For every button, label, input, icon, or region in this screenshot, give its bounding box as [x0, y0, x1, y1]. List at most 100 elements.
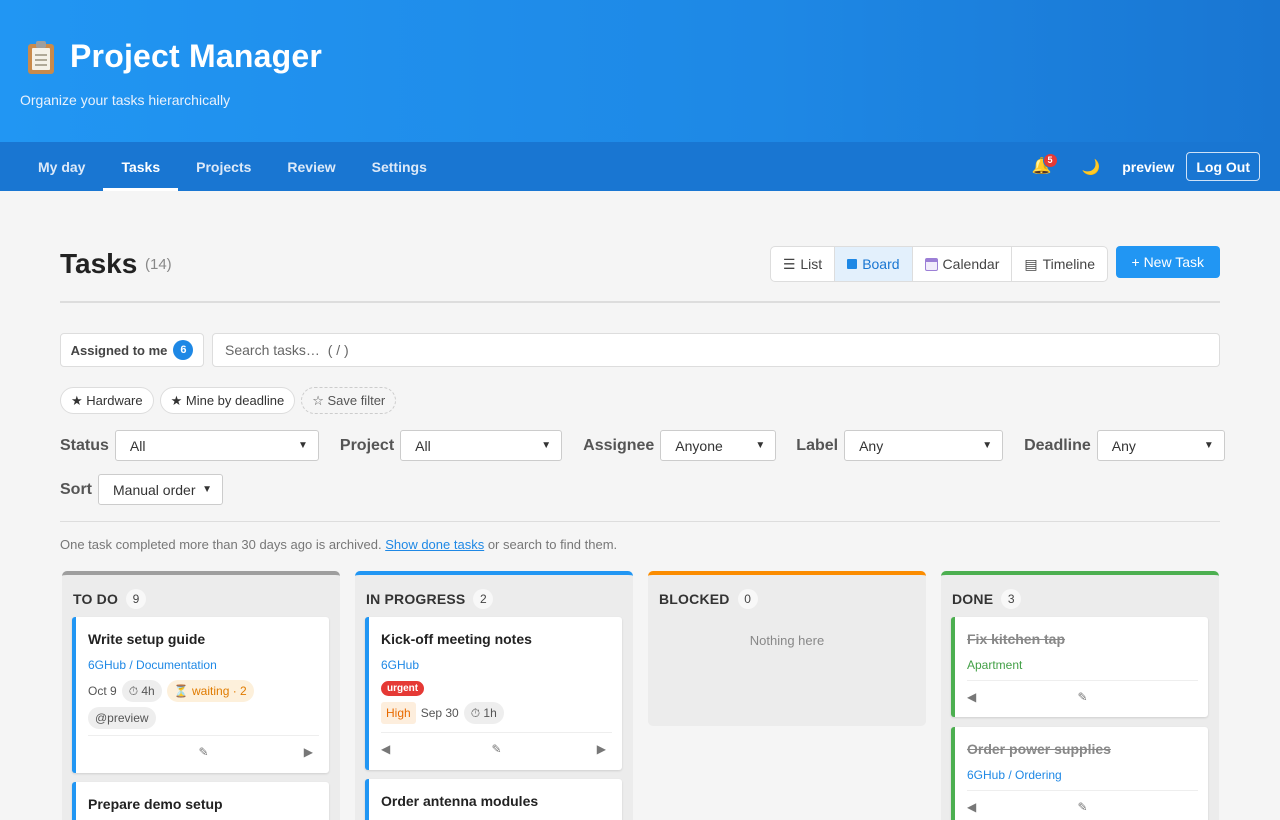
card-actions: ✎ ▶: [88, 735, 319, 769]
saved-filter-mine-by-deadline[interactable]: ★ Mine by deadline: [159, 387, 296, 414]
nav-tab-review[interactable]: Review: [269, 142, 353, 191]
chevron-down-icon: ▼: [755, 440, 766, 451]
board-icon: [847, 259, 858, 269]
task-project-link[interactable]: 6GHub / Ordering: [967, 768, 1062, 782]
task-card[interactable]: Order antenna modules: [365, 779, 622, 820]
column-in-progress: IN PROGRESS 2 Kick-off meeting notes 6GH…: [355, 571, 633, 820]
nav-tab-my-day[interactable]: My day: [20, 142, 103, 191]
task-project-link[interactable]: 6GHub / Documentation: [88, 658, 217, 672]
move-next-arrow-icon[interactable]: ▶: [304, 745, 313, 759]
card-actions: ◀ ✎: [967, 680, 1198, 714]
column-count: 3: [1001, 589, 1022, 609]
view-timeline-button[interactable]: ▤ Timeline: [1012, 247, 1107, 281]
move-prev-arrow-icon[interactable]: ◀: [967, 800, 976, 814]
task-card[interactable]: Kick-off meeting notes 6GHub urgent High…: [365, 617, 622, 770]
task-card[interactable]: Prepare demo setup: [72, 782, 329, 820]
logout-button[interactable]: Log Out: [1186, 152, 1260, 181]
edit-pencil-icon[interactable]: ✎: [1077, 800, 1087, 814]
assigned-count-badge: 6: [173, 340, 194, 360]
edit-pencil-icon[interactable]: ✎: [1077, 690, 1087, 704]
status-select[interactable]: All ▼: [114, 430, 319, 461]
column-header: BLOCKED 0: [659, 589, 758, 609]
task-waiting-badge: ⏳ waiting · 2: [166, 680, 254, 702]
column-done: DONE 3 Fix kitchen tap Apartment ◀ ✎ Ord…: [941, 571, 1219, 820]
move-next-arrow-icon[interactable]: ▶: [597, 742, 606, 756]
chevron-down-icon: ▼: [1203, 440, 1214, 451]
view-list-button[interactable]: ☰ List: [771, 247, 836, 281]
task-project-link[interactable]: 6GHub: [381, 658, 419, 672]
save-filter-button[interactable]: ☆ Save filter: [301, 387, 397, 414]
clipboard-icon: [26, 40, 56, 74]
new-task-button[interactable]: + New Task: [1115, 246, 1220, 278]
main-nav: My day Tasks Projects Review Settings 🔔 …: [0, 142, 1280, 191]
task-title: Order antenna modules: [381, 793, 539, 809]
search-input[interactable]: [212, 333, 1220, 367]
notifications-button[interactable]: 🔔 5: [1032, 152, 1058, 178]
timeline-icon: ▤: [1024, 255, 1038, 272]
sort-select-value: Manual order: [113, 481, 196, 498]
filters-divider: [60, 521, 1220, 522]
column-header: IN PROGRESS 2: [366, 589, 494, 609]
edit-pencil-icon[interactable]: ✎: [198, 745, 208, 759]
task-card[interactable]: Order power supplies 6GHub / Ordering ◀ …: [951, 727, 1208, 820]
task-card[interactable]: Fix kitchen tap Apartment ◀ ✎: [951, 617, 1208, 717]
task-meta: Oct 9 ⏱ 4h ⏳ waiting · 2: [88, 680, 254, 702]
project-filter-label: Project: [339, 436, 395, 454]
project-select-value: All: [415, 437, 431, 454]
view-toggle: ☰ List Board Calendar ▤ Timeline: [769, 246, 1108, 282]
saved-filter-hardware[interactable]: ★ Hardware: [60, 387, 154, 414]
title-row: Tasks (14) ☰ List Board Calendar ▤ Timel…: [60, 246, 1220, 282]
task-title: Fix kitchen tap: [967, 631, 1066, 647]
task-project-link[interactable]: Apartment: [967, 658, 1022, 672]
view-board-button[interactable]: Board: [835, 247, 913, 281]
task-title: Kick-off meeting notes: [381, 631, 532, 647]
task-label-urgent: urgent: [381, 681, 425, 696]
task-assignee: @preview: [88, 707, 156, 729]
move-prev-arrow-icon[interactable]: ◀: [967, 690, 976, 704]
empty-column-message: Nothing here: [749, 633, 825, 648]
column-title: TO DO: [73, 591, 119, 607]
nav-tab-projects[interactable]: Projects: [178, 142, 269, 191]
status-select-value: All: [129, 437, 146, 454]
card-actions: ◀ ✎: [967, 790, 1198, 820]
edit-pencil-icon[interactable]: ✎: [491, 742, 501, 756]
assignee-select-value: Anyone: [675, 437, 723, 454]
dark-mode-toggle-moon-icon[interactable]: 🌙: [1082, 158, 1101, 176]
column-title: DONE: [952, 591, 994, 607]
app-header: Project Manager Organize your tasks hier…: [0, 0, 1280, 142]
task-assignees: @preview: [88, 707, 156, 729]
task-card[interactable]: Write setup guide 6GHub / Documentation …: [72, 617, 329, 773]
assigned-to-me-label: Assigned to me: [70, 342, 168, 358]
project-select[interactable]: All ▼: [400, 430, 563, 461]
task-title: Prepare demo setup: [88, 796, 223, 812]
assigned-to-me-button[interactable]: Assigned to me 6: [60, 333, 204, 367]
label-select-value: Any: [859, 437, 884, 454]
task-estimate: ⏱ 4h: [121, 680, 162, 702]
sort-select[interactable]: Manual order ▼: [98, 474, 223, 505]
sort-label: Sort: [60, 480, 92, 498]
label-filter-label: Label: [796, 436, 839, 454]
column-todo: TO DO 9 Write setup guide 6GHub / Docume…: [62, 571, 340, 820]
column-count: 2: [473, 589, 494, 609]
task-title: Order power supplies: [967, 741, 1111, 757]
notification-count-badge: 5: [1042, 152, 1058, 168]
label-select[interactable]: Any ▼: [844, 430, 1004, 461]
task-deadline: Sep 30: [420, 706, 459, 720]
assignee-select[interactable]: Anyone ▼: [660, 430, 777, 461]
nav-tab-tasks[interactable]: Tasks: [103, 142, 178, 191]
calendar-icon: [924, 257, 938, 271]
task-deadline: Oct 9: [88, 684, 117, 698]
app-title-group: Project Manager: [26, 38, 322, 75]
show-done-tasks-link[interactable]: Show done tasks: [385, 537, 484, 552]
chevron-down-icon: ▼: [982, 440, 993, 451]
deadline-select-value: Any: [1111, 437, 1136, 454]
archive-note-text: One task completed more than 30 days ago…: [60, 537, 386, 552]
user-name: preview: [1122, 158, 1175, 175]
nav-tab-settings[interactable]: Settings: [354, 142, 445, 191]
view-timeline-label: Timeline: [1042, 256, 1095, 272]
saved-filters: ★ Hardware ★ Mine by deadline ☆ Save fil…: [60, 387, 397, 414]
deadline-select[interactable]: Any ▼: [1096, 430, 1225, 461]
move-prev-arrow-icon[interactable]: ◀: [381, 742, 390, 756]
view-calendar-button[interactable]: Calendar: [913, 247, 1013, 281]
title-divider: [60, 301, 1220, 303]
